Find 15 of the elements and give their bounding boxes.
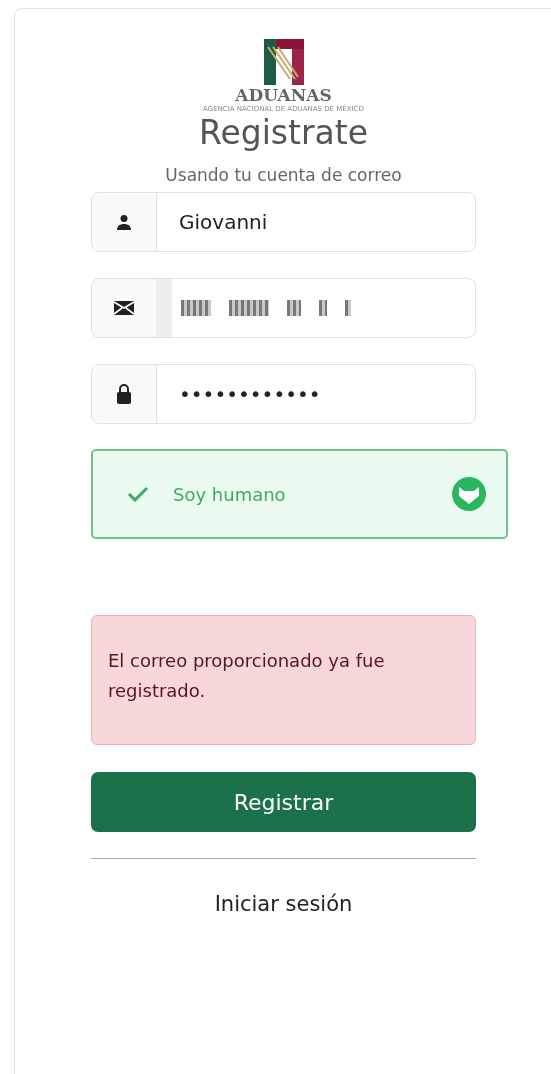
- login-link[interactable]: Iniciar sesión: [214, 892, 353, 917]
- redacted-email-field[interactable]: [156, 278, 476, 339]
- name-field[interactable]: Giovanni: [156, 192, 476, 253]
- password-field[interactable]: ••••••••••••: [156, 364, 476, 425]
- register-button[interactable]: Registrar: [91, 772, 476, 833]
- logo-icon: [263, 39, 304, 85]
- fox-logo-icon: [452, 477, 486, 512]
- envelope-icon: [114, 301, 134, 316]
- page-subtitle: Usando tu cuenta de correo: [165, 163, 402, 187]
- checkmark-icon: [127, 486, 149, 503]
- lock-icon: [117, 384, 131, 405]
- error-alert: El correo proporcionado ya fue registrado.: [91, 615, 476, 746]
- page-title: Registrate: [199, 113, 368, 153]
- person-icon: [116, 214, 132, 231]
- brand-name: ADUANAS: [235, 87, 332, 104]
